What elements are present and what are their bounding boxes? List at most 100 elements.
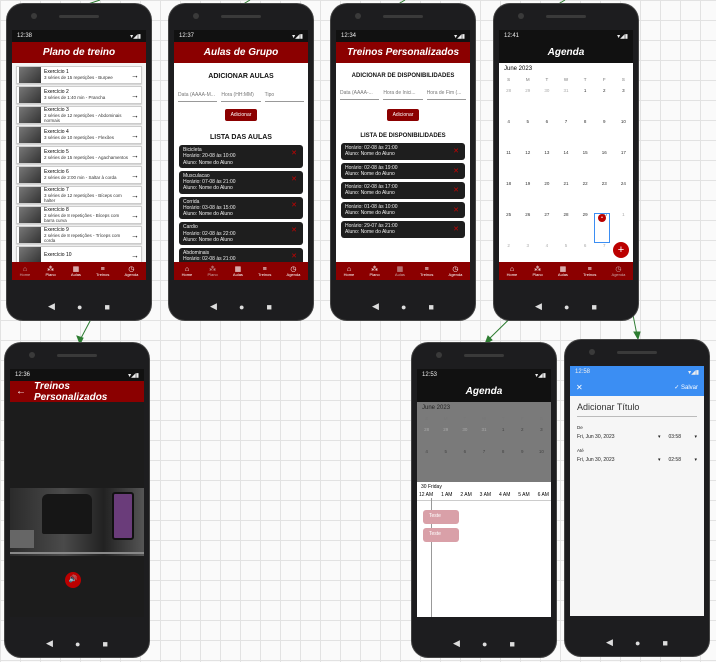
day-cell[interactable]: 3 [614,84,633,115]
list-item[interactable]: Exercício 62 séries de 2:00 min - Saltar… [16,166,142,184]
nav-item-aulas[interactable]: ▦ Aulas [233,266,243,277]
day-cell[interactable]: 15 [576,146,595,177]
title-field[interactable]: Adicionar Título [577,402,697,417]
day-cell[interactable]: 29 [518,84,537,115]
nav-item-aulas[interactable]: ▦ Aulas [558,266,568,277]
day-cell[interactable]: 9 [595,115,614,146]
arrow-right-icon[interactable]: → [129,251,141,260]
to-date[interactable]: Fri, Jun 30, 2023 [577,457,654,463]
arrow-right-icon[interactable]: → [129,91,141,100]
day-cell[interactable]: 2 [513,423,532,445]
day-cell[interactable]: 6 [455,445,474,467]
day-cell[interactable]: 18 [499,177,518,208]
day-cell[interactable]: 12 [518,146,537,177]
delete-icon[interactable]: ✕ [291,253,297,262]
home-icon[interactable]: ● [401,302,406,312]
nav-item-treinos[interactable]: ≡ Treinos [258,266,271,277]
recents-icon[interactable]: ■ [105,302,110,312]
delete-icon[interactable]: ✕ [453,187,459,196]
arrow-right-icon[interactable]: → [129,211,141,220]
day-cell[interactable]: 24 [614,177,633,208]
nav-item-aulas[interactable]: ▦ Aulas [395,266,405,277]
day-cell[interactable]: 23 [595,177,614,208]
day-cell[interactable]: 13 [537,146,556,177]
input-field[interactable]: Hora (HH:MM) [221,92,261,102]
class-card[interactable]: AbdominaisHorário: 02-08 às 21:00Aluno: … [179,248,303,262]
back-icon[interactable]: ◀ [48,301,55,312]
video-player[interactable] [10,488,144,556]
progress-bar[interactable] [10,552,144,554]
availability-card[interactable]: Horário: 02-08 às 19:00 Aluno: Nome do Al… [341,162,465,179]
back-arrow-icon[interactable]: ← [16,386,26,397]
day-cell[interactable]: 4 [537,239,556,262]
day-cell[interactable]: 6 [537,115,556,146]
day-cell[interactable]: 3 [518,239,537,262]
class-card[interactable]: Cardio Horário: 02-08 às 22:00 Aluno: Nome… [179,222,303,245]
arrow-right-icon[interactable]: → [129,151,141,160]
day-cell[interactable]: 1 [494,423,513,445]
event-block[interactable]: Teste [423,528,459,542]
nav-item-treinos[interactable]: ≡ Treinos [583,266,596,277]
back-icon[interactable]: ◀ [210,301,217,312]
day-cell[interactable]: 8 [494,445,513,467]
save-button[interactable]: ✓ Salvar [674,384,698,391]
recents-icon[interactable]: ■ [429,302,434,312]
list-item[interactable]: Exercício 52 séries de 15 repetições - A… [16,146,142,164]
to-time[interactable]: 02:58 [668,457,690,463]
day-cell[interactable]: 5 [518,115,537,146]
day-cell[interactable]: 27 [537,208,556,239]
list-item[interactable]: Exercício 43 séries de 10 repetições - F… [16,126,142,144]
day-cell[interactable]: 21 [556,177,575,208]
nav-item-agenda[interactable]: ◷ Agenda [612,266,626,277]
class-card[interactable]: Bicicleta Horário: 20-08 às 10:00 Aluno: N… [179,145,303,168]
day-cell[interactable]: 2 [595,84,614,115]
day-cell[interactable]: 7 [556,115,575,146]
list-item[interactable]: Exercício 10 → [16,246,142,262]
day-cell[interactable]: 17 [614,146,633,177]
nav-item-home[interactable]: ⌂ Home [20,266,31,277]
home-icon[interactable]: ● [564,302,569,312]
arrow-right-icon[interactable]: → [129,111,141,120]
recents-icon[interactable]: ■ [267,302,272,312]
availability-card[interactable]: Horário: 02-08 às 21:00 Aluno: Nome do Al… [341,143,465,160]
day-cell[interactable]: 8 [576,115,595,146]
day-cell[interactable]: 5 [556,239,575,262]
list-item[interactable]: Exercício 32 séries de 12 repetições - A… [16,106,142,124]
home-icon[interactable]: ● [482,639,487,649]
back-icon[interactable]: ◀ [46,638,53,649]
nav-item-treinos[interactable]: ≡ Treinos [420,266,433,277]
delete-icon[interactable]: ✕ [453,226,459,235]
home-icon[interactable]: ● [239,302,244,312]
back-icon[interactable]: ◀ [453,638,460,649]
class-card[interactable]: Corrida Horário: 03-08 às 15:00 Aluno: Nom… [179,196,303,220]
nav-item-agenda[interactable]: ◷ Agenda [287,266,301,277]
delete-icon[interactable]: ✕ [453,207,459,216]
day-cell[interactable]: 19 [518,177,537,208]
recents-icon[interactable]: ■ [510,639,515,649]
delete-icon[interactable]: ✕ [291,202,297,211]
nav-item-treinos[interactable]: ≡ Treinos [96,266,109,277]
day-cell[interactable]: 29 [576,208,595,239]
delete-icon[interactable]: ✕ [453,168,459,177]
nav-item-plano[interactable]: ⁂ Plano [207,266,217,277]
nav-item-home[interactable]: ⌂ Home [507,266,518,277]
list-item[interactable]: Exercício 92 séries de 8 repetições - Tr… [16,226,142,244]
nav-item-plano[interactable]: ⁂ Plano [45,266,55,277]
day-cell[interactable]: 10 [532,445,551,467]
day-cell[interactable]: 4 [417,445,436,467]
day-cell[interactable]: 1 [576,84,595,115]
list-item[interactable]: Exercício 73 séries de 12 repetições - B… [16,186,142,204]
day-cell[interactable]: 9 [513,445,532,467]
recents-icon[interactable]: ■ [592,302,597,312]
delete-icon[interactable]: ✕ [453,148,459,157]
day-cell[interactable]: 10 [614,115,633,146]
arrow-right-icon[interactable]: → [129,171,141,180]
nav-item-home[interactable]: ⌂ Home [182,266,193,277]
day-cell[interactable]: 14 [556,146,575,177]
availability-card[interactable]: Horário: 02-08 às 17:00 Aluno: Nome do Al… [341,182,465,199]
list-item[interactable]: Exercício 13 séries de 15 repetições - B… [16,66,142,84]
delete-icon[interactable]: ✕ [291,227,297,236]
nav-item-plano[interactable]: ⁂ Plano [532,266,542,277]
nav-item-agenda[interactable]: ◷ Agenda [125,266,139,277]
from-time[interactable]: 03:58 [668,434,690,440]
